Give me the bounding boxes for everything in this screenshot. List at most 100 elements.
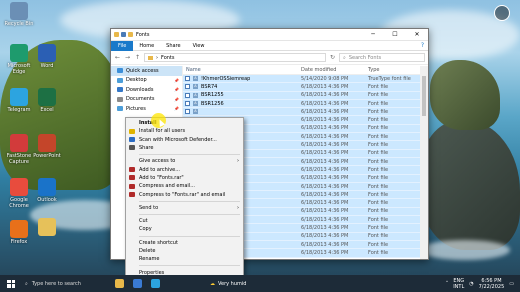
- context-menu-item[interactable]: Copy: [126, 225, 243, 233]
- context-menu-item[interactable]: Compress and email...: [126, 182, 243, 190]
- search-icon: ⌕: [343, 54, 346, 61]
- start-button[interactable]: [7, 279, 15, 288]
- scrollbar-thumb[interactable]: [422, 76, 426, 116]
- nav-item[interactable]: Desktop 📌: [111, 76, 182, 86]
- notification-icon[interactable]: ▭: [509, 281, 514, 287]
- close-button[interactable]: ✕: [406, 29, 428, 41]
- row-checkbox[interactable]: [185, 84, 190, 90]
- desktop-icon-label: Recycle Bin: [4, 21, 34, 27]
- file-type: Font file: [368, 108, 389, 115]
- file-type: Font file: [368, 191, 389, 198]
- help-icon[interactable]: ?: [421, 42, 428, 49]
- row-checkbox[interactable]: [185, 101, 190, 107]
- menu-item-label: Cut: [139, 218, 148, 225]
- maximize-button[interactable]: ☐: [384, 29, 406, 41]
- context-menu-item[interactable]: Add to "Fonts.rar": [126, 174, 243, 182]
- font-file-icon: A: [193, 84, 198, 90]
- nav-item[interactable]: Quick access: [111, 66, 182, 76]
- desktop-icon[interactable]: Word: [30, 44, 64, 69]
- context-menu-item[interactable]: Give access to ›: [126, 157, 243, 165]
- desktop-icon[interactable]: PowerPoint: [30, 134, 64, 159]
- file-row[interactable]: A BSR1256 6/18/2013 4:36 PM Font file: [183, 99, 420, 109]
- pin-icon: 📌: [174, 87, 179, 93]
- tab-view[interactable]: View: [187, 43, 211, 49]
- pin-icon: 📌: [174, 96, 179, 102]
- context-menu-item[interactable]: Install: [126, 119, 243, 127]
- context-menu-item[interactable]: Scan with Microsoft Defender...: [126, 136, 243, 144]
- app-icon: [10, 44, 28, 62]
- menu-item-label: Copy: [139, 226, 152, 233]
- context-menu-item[interactable]: Add to archive...: [126, 165, 243, 173]
- desktop-icon-label: Firefox: [10, 239, 28, 245]
- desktop-icon[interactable]: Excel: [30, 88, 64, 113]
- edge-icon[interactable]: [132, 279, 142, 288]
- desktop-icon[interactable]: Recycle Bin: [2, 2, 36, 27]
- chevron-up-icon[interactable]: ˄: [446, 281, 449, 287]
- menu-item-label: Add to "Fonts.rar": [139, 174, 184, 181]
- context-menu-item[interactable]: Cut: [126, 217, 243, 225]
- context-menu-item[interactable]: Send to ›: [126, 204, 243, 212]
- tab-share[interactable]: Share: [160, 43, 186, 49]
- context-menu-item[interactable]: Delete: [126, 247, 243, 255]
- network-icon[interactable]: ◔: [469, 281, 473, 287]
- folder-icon: [117, 77, 123, 83]
- menu-item-label: Send to: [139, 204, 159, 211]
- row-checkbox[interactable]: [185, 109, 190, 115]
- address-bar[interactable]: › Fonts: [144, 53, 326, 62]
- menu-item-icon: [129, 166, 135, 172]
- menu-item-icon: [129, 191, 135, 197]
- column-type[interactable]: Type: [365, 67, 379, 73]
- navigation-bar: ← → ↑ › Fonts ↻ ⌕ Search Fonts: [111, 51, 428, 65]
- context-menu-item[interactable]: Compress to "Fonts.rar" and email: [126, 190, 243, 198]
- file-date: 6/18/2013 4:36 PM: [301, 200, 349, 207]
- context-menu-item[interactable]: Install for all users: [126, 127, 243, 135]
- telegram-icon[interactable]: [150, 279, 160, 288]
- file-name: BSR1255: [201, 92, 224, 99]
- app-icon: [38, 178, 56, 196]
- tab-file[interactable]: File: [111, 40, 134, 51]
- clock[interactable]: 6:56 PM 7/22/2025: [479, 278, 505, 290]
- minimize-button[interactable]: ─: [362, 29, 384, 41]
- folder-icon: [117, 106, 123, 112]
- column-name[interactable]: Name: [183, 67, 298, 73]
- row-checkbox[interactable]: [185, 92, 190, 98]
- column-date-modified[interactable]: Date modified: [298, 67, 365, 73]
- desktop-icon[interactable]: Outlook: [30, 178, 64, 203]
- file-row[interactable]: A !KhmerOSSiemreap 5/14/2020 9:08 PM TrueTy…: [183, 75, 420, 84]
- nav-item[interactable]: Documents 📌: [111, 95, 182, 105]
- file-row[interactable]: A BSR74 6/18/2013 4:36 PM Font file: [183, 83, 420, 92]
- row-checkbox[interactable]: [185, 76, 190, 82]
- vertical-scrollbar[interactable]: [420, 66, 428, 259]
- file-date: 6/18/2013 4:36 PM: [301, 166, 349, 173]
- file-explorer-icon[interactable]: [114, 279, 124, 288]
- context-menu-item[interactable]: Rename: [126, 255, 243, 263]
- folder-icon: [117, 68, 123, 74]
- new-folder-icon[interactable]: [128, 32, 133, 37]
- context-menu-item[interactable]: Create shortcut: [126, 239, 243, 247]
- taskbar: ⌕ Type here to search ☁ Very humid ˄ ENG…: [0, 275, 520, 292]
- properties-icon[interactable]: [121, 32, 126, 37]
- tab-home[interactable]: Home: [133, 43, 160, 49]
- search-box[interactable]: ⌕ Search Fonts: [339, 53, 425, 62]
- file-row[interactable]: A 6/18/2013 4:36 PM Font file: [183, 108, 420, 117]
- file-date: 6/18/2013 4:36 PM: [301, 117, 349, 124]
- weather-widget[interactable]: ☁ Very humid: [210, 281, 246, 287]
- file-row[interactable]: A BSR1255 6/18/2013 4:36 PM Font file: [183, 91, 420, 100]
- desktop-icon[interactable]: [30, 218, 64, 237]
- nav-item-label: Pictures: [126, 105, 146, 112]
- camera-icon[interactable]: [494, 5, 510, 21]
- file-type: Font file: [368, 92, 389, 99]
- nav-item[interactable]: Downloads 📌: [111, 85, 182, 95]
- back-arrow-icon[interactable]: ←: [114, 54, 121, 61]
- up-arrow-icon[interactable]: ↑: [134, 54, 141, 61]
- context-menu-item[interactable]: Share: [126, 144, 243, 152]
- refresh-icon[interactable]: ↻: [329, 54, 336, 61]
- taskbar-search[interactable]: ⌕ Type here to search: [25, 281, 81, 287]
- font-file-icon: A: [193, 76, 198, 82]
- language-indicator[interactable]: ENG INTL: [453, 278, 464, 290]
- nav-item[interactable]: Pictures 📌: [111, 104, 182, 114]
- weather-icon: ☁: [209, 280, 215, 287]
- file-name: !KhmerOSSiemreap: [201, 75, 251, 82]
- forward-arrow-icon[interactable]: →: [124, 54, 131, 61]
- file-type: Font file: [368, 249, 389, 256]
